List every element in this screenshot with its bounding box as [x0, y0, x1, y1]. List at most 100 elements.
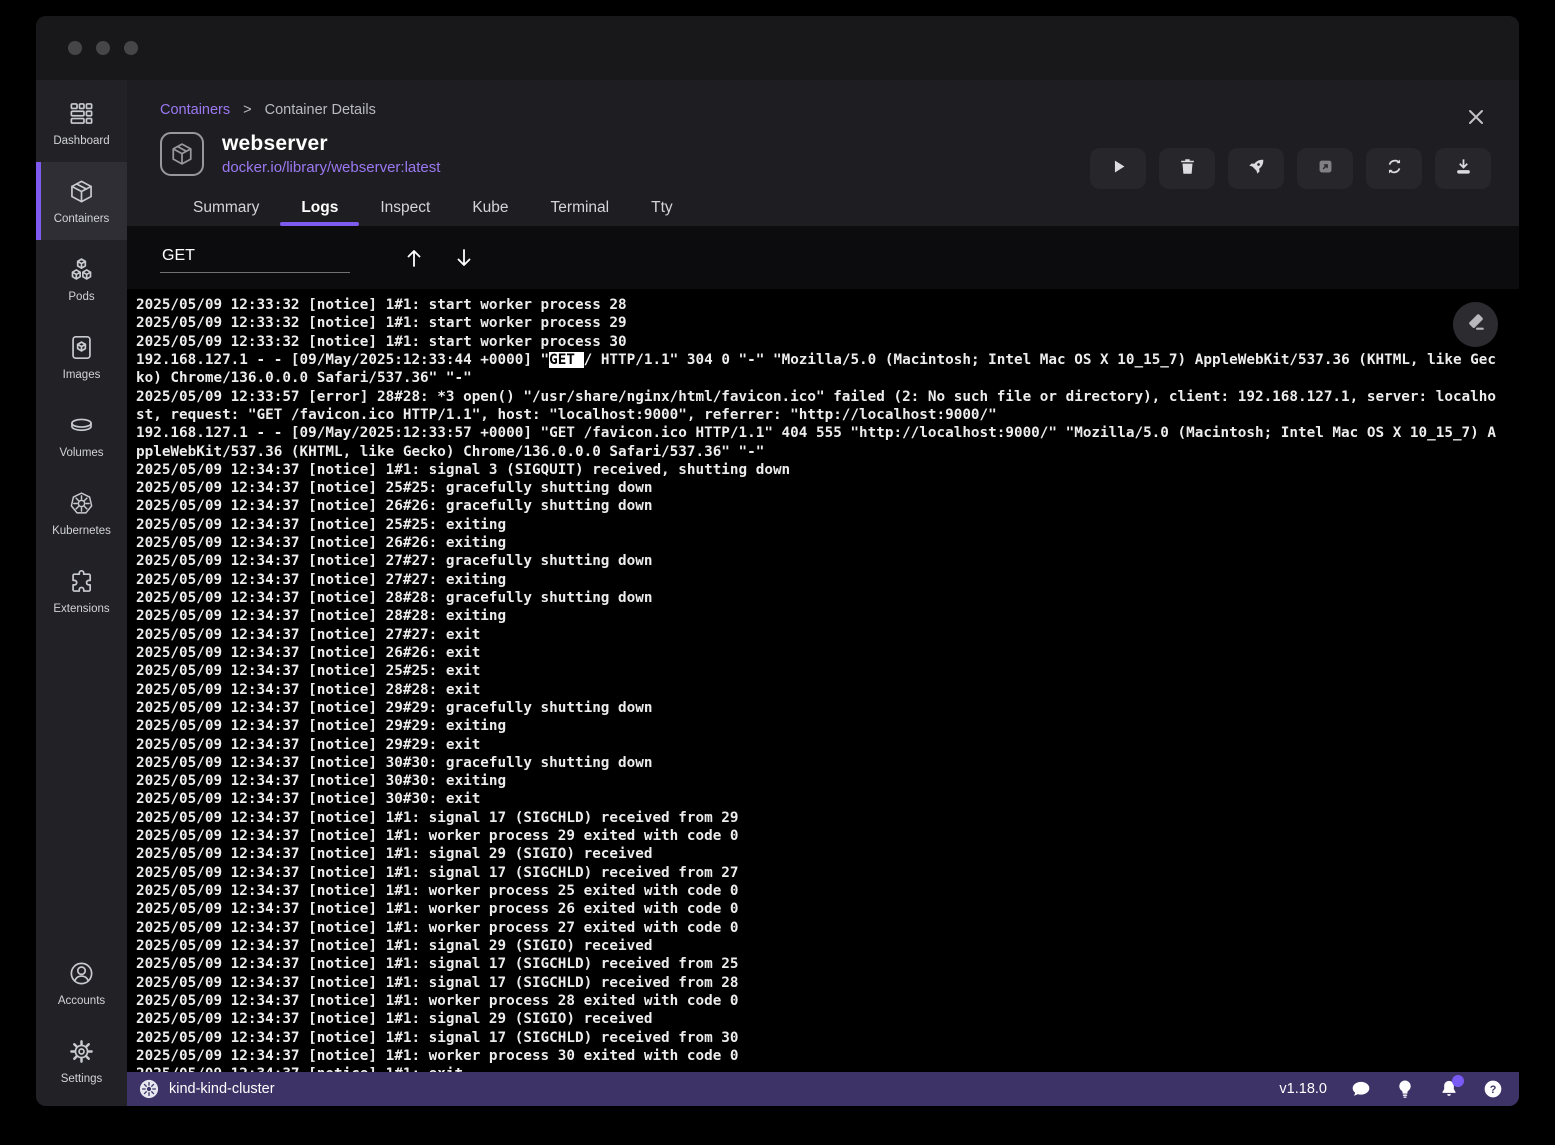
- sidebar-item-dashboard[interactable]: Dashboard: [36, 84, 127, 162]
- log-line: 2025/05/09 12:34:37 [notice] 28#28: exit: [136, 681, 1501, 699]
- log-line: 2025/05/09 12:34:37 [notice] 1#1: signal…: [136, 809, 1501, 827]
- tab-kube[interactable]: Kube: [451, 190, 529, 226]
- sidebar-item-pods[interactable]: Pods: [36, 240, 127, 318]
- sidebar: Dashboard Containers Pods Images: [36, 80, 127, 1106]
- close-details-button[interactable]: [1465, 106, 1487, 128]
- notification-dot: [1452, 1075, 1464, 1087]
- log-line: 2025/05/09 12:34:37 [notice] 1#1: signal…: [136, 937, 1501, 955]
- log-line: 2025/05/09 12:33:57 [error] 28#28: *3 op…: [136, 388, 1501, 425]
- help-icon[interactable]: ?: [1483, 1079, 1503, 1099]
- cluster-name: kind-kind-cluster: [169, 1081, 275, 1097]
- window-control-dot[interactable]: [124, 41, 138, 55]
- log-line: 2025/05/09 12:34:37 [notice] 1#1: exit: [136, 1065, 1501, 1072]
- breadcrumb-containers-link[interactable]: Containers: [160, 102, 230, 118]
- log-line: 2025/05/09 12:34:37 [notice] 1#1: worker…: [136, 827, 1501, 845]
- breadcrumb-separator: >: [243, 102, 251, 118]
- log-line: 2025/05/09 12:34:37 [notice] 28#28: exit…: [136, 607, 1501, 625]
- container-cube-badge-icon: [160, 132, 204, 176]
- tab-terminal[interactable]: Terminal: [530, 190, 631, 226]
- log-line: 2025/05/09 12:34:37 [notice] 1#1: signal…: [136, 864, 1501, 882]
- log-line: 2025/05/09 12:34:37 [notice] 1#1: signal…: [136, 845, 1501, 863]
- sidebar-item-containers[interactable]: Containers: [36, 162, 127, 240]
- tab-logs[interactable]: Logs: [280, 190, 359, 226]
- content: Containers > Container Details webserver…: [127, 80, 1519, 1106]
- log-line: 2025/05/09 12:33:32 [notice] 1#1: start …: [136, 333, 1501, 351]
- sidebar-item-extensions[interactable]: Extensions: [36, 552, 127, 630]
- bell-icon[interactable]: [1439, 1079, 1459, 1099]
- status-bar: kind-kind-cluster v1.18.0 ?: [127, 1072, 1519, 1106]
- log-line: 2025/05/09 12:33:32 [notice] 1#1: start …: [136, 296, 1501, 314]
- log-line: 2025/05/09 12:34:37 [notice] 26#26: grac…: [136, 497, 1501, 515]
- sidebar-item-accounts[interactable]: Accounts: [36, 944, 127, 1022]
- log-line: 2025/05/09 12:34:37 [notice] 30#30: exit: [136, 790, 1501, 808]
- log-line: 2025/05/09 12:34:37 [notice] 25#25: exit…: [136, 516, 1501, 534]
- log-line: 192.168.127.1 - - [09/May/2025:12:33:44 …: [136, 351, 1501, 388]
- log-line: 2025/05/09 12:34:37 [notice] 1#1: signal…: [136, 1029, 1501, 1047]
- trash-icon: [1178, 157, 1197, 181]
- sidebar-item-volumes[interactable]: Volumes: [36, 396, 127, 474]
- log-line: 2025/05/09 12:34:37 [notice] 27#27: exit…: [136, 571, 1501, 589]
- breadcrumb: Containers > Container Details: [160, 102, 1491, 118]
- download-icon: [1454, 157, 1473, 181]
- log-line: 2025/05/09 12:34:37 [notice] 26#26: exit…: [136, 534, 1501, 552]
- log-line: 2025/05/09 12:34:37 [notice] 30#30: grac…: [136, 754, 1501, 772]
- delete-button[interactable]: [1159, 148, 1215, 189]
- window-control-dot[interactable]: [96, 41, 110, 55]
- restart-button[interactable]: [1366, 148, 1422, 189]
- chat-bubble-icon[interactable]: [1351, 1079, 1371, 1099]
- log-line: 2025/05/09 12:34:37 [notice] 1#1: signal…: [136, 974, 1501, 992]
- log-line: 2025/05/09 12:34:37 [notice] 1#1: worker…: [136, 900, 1501, 918]
- deploy-button[interactable]: [1228, 148, 1284, 189]
- refresh-icon: [1385, 157, 1404, 181]
- pods-cubes-icon: [68, 256, 95, 286]
- export-button[interactable]: [1435, 148, 1491, 189]
- log-line: 2025/05/09 12:34:37 [notice] 29#29: exit…: [136, 717, 1501, 735]
- extensions-puzzle-icon: [68, 568, 95, 598]
- play-icon: [1109, 157, 1128, 181]
- tab-tty[interactable]: Tty: [630, 190, 694, 226]
- clear-logs-button[interactable]: [1453, 302, 1498, 347]
- search-next-match-button[interactable]: [452, 246, 476, 270]
- open-browser-button[interactable]: [1297, 148, 1353, 189]
- log-line: 2025/05/09 12:34:37 [notice] 1#1: signal…: [136, 1010, 1501, 1028]
- container-image-link[interactable]: docker.io/library/webserver:latest: [222, 159, 440, 176]
- sidebar-item-images[interactable]: Images: [36, 318, 127, 396]
- close-x-icon: [1465, 115, 1487, 132]
- tab-inspect[interactable]: Inspect: [359, 190, 451, 226]
- eraser-icon: [1465, 311, 1487, 338]
- log-lines: 2025/05/09 12:33:32 [notice] 1#1: start …: [136, 296, 1501, 1072]
- lightbulb-icon[interactable]: [1395, 1079, 1415, 1099]
- log-line: 2025/05/09 12:34:37 [notice] 1#1: worker…: [136, 992, 1501, 1010]
- breadcrumb-current: Container Details: [265, 102, 376, 118]
- sidebar-item-settings[interactable]: Settings: [36, 1022, 127, 1100]
- search-previous-match-button[interactable]: [402, 246, 426, 270]
- log-search-input[interactable]: [160, 243, 350, 273]
- window-control-dot[interactable]: [68, 41, 82, 55]
- sidebar-spacer: [36, 630, 127, 944]
- dashboard-grid-icon: [68, 100, 95, 130]
- kube-context-item[interactable]: kind-kind-cluster: [139, 1079, 275, 1099]
- log-line: 2025/05/09 12:34:37 [notice] 28#28: grac…: [136, 589, 1501, 607]
- log-line: 2025/05/09 12:34:37 [notice] 1#1: worker…: [136, 919, 1501, 937]
- sidebar-item-label: Extensions: [53, 603, 109, 615]
- arrow-down-icon: [452, 257, 476, 274]
- details-tabs: Summary Logs Inspect Kube Terminal Tty: [160, 190, 1491, 226]
- kubernetes-cluster-icon: [139, 1079, 159, 1099]
- log-line: 2025/05/09 12:34:37 [notice] 27#27: exit: [136, 626, 1501, 644]
- log-line: 2025/05/09 12:34:37 [notice] 1#1: worker…: [136, 882, 1501, 900]
- log-line: 2025/05/09 12:34:37 [notice] 30#30: exit…: [136, 772, 1501, 790]
- log-line: 192.168.127.1 - - [09/May/2025:12:33:57 …: [136, 424, 1501, 461]
- start-button[interactable]: [1090, 148, 1146, 189]
- container-actions-toolbar: [1090, 148, 1491, 189]
- log-line: 2025/05/09 12:34:37 [notice] 1#1: signal…: [136, 955, 1501, 973]
- log-line: 2025/05/09 12:34:37 [notice] 26#26: exit: [136, 644, 1501, 662]
- arrow-up-icon: [402, 257, 426, 274]
- log-viewer[interactable]: 2025/05/09 12:33:32 [notice] 1#1: start …: [127, 289, 1519, 1072]
- tab-summary[interactable]: Summary: [172, 190, 280, 226]
- search-match-highlight: GET: [549, 352, 583, 368]
- sidebar-item-kubernetes[interactable]: Kubernetes: [36, 474, 127, 552]
- accounts-user-icon: [68, 960, 95, 990]
- settings-gear-icon: [68, 1038, 95, 1068]
- sidebar-item-label: Images: [63, 369, 101, 381]
- sidebar-item-label: Accounts: [58, 995, 105, 1007]
